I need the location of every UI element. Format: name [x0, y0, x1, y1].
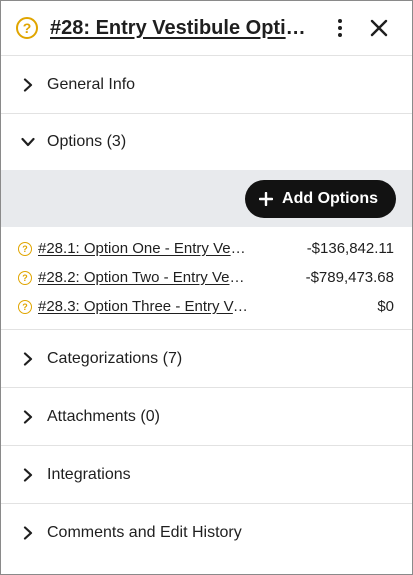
section-label: Integrations: [47, 465, 131, 483]
section-label: Categorizations (7): [47, 349, 183, 367]
option-link[interactable]: #28.1: Option One - Entry Vestibule: [38, 240, 248, 257]
section-options[interactable]: Options (3): [1, 114, 412, 170]
details-panel: ? #28: Entry Vestibule Options General I…: [0, 0, 413, 575]
options-actions-bar: Add Options: [1, 170, 412, 227]
close-icon: [370, 19, 388, 37]
option-link[interactable]: #28.2: Option Two - Entry Vestibule: [38, 269, 248, 286]
question-circle-icon: ?: [18, 299, 32, 314]
page-title[interactable]: #28: Entry Vestibule Options: [50, 17, 312, 40]
section-label: Options (3): [47, 133, 127, 150]
section-integrations[interactable]: Integrations: [1, 446, 412, 504]
section-label: Attachments (0): [47, 407, 160, 425]
kebab-dot: [338, 33, 342, 37]
question-circle-icon: ?: [18, 241, 32, 256]
chevron-down-icon: [21, 135, 35, 149]
option-amount: $0: [377, 298, 394, 315]
kebab-dot: [338, 26, 342, 30]
add-options-label: Add Options: [282, 189, 378, 207]
chevron-right-icon: [21, 467, 35, 482]
option-link[interactable]: #28.3: Option Three - Entry Vestibule: [38, 298, 248, 315]
plus-icon: [259, 191, 274, 206]
section-label: General Info: [47, 75, 136, 93]
option-row: ? #28.1: Option One - Entry Vestibule -$…: [1, 234, 412, 263]
options-list: ? #28.1: Option One - Entry Vestibule -$…: [1, 227, 412, 330]
option-row: ? #28.2: Option Two - Entry Vestibule -$…: [1, 263, 412, 292]
close-button[interactable]: [368, 17, 390, 39]
section-attachments[interactable]: Attachments (0): [1, 388, 412, 446]
section-label: Comments and Edit History: [47, 524, 242, 541]
panel-header: ? #28: Entry Vestibule Options: [1, 1, 412, 56]
chevron-right-icon: [21, 77, 35, 92]
chevron-right-icon: [21, 526, 35, 540]
option-row: ? #28.3: Option Three - Entry Vestibule …: [1, 292, 412, 321]
option-amount: -$789,473.68: [305, 269, 394, 286]
chevron-right-icon: [21, 351, 35, 366]
section-comments-history[interactable]: Comments and Edit History: [1, 504, 412, 562]
more-menu-button[interactable]: [330, 15, 350, 41]
section-general-info[interactable]: General Info: [1, 56, 412, 114]
kebab-dot: [338, 19, 342, 23]
question-circle-icon: ?: [18, 270, 32, 285]
option-amount: -$136,842.11: [306, 240, 394, 257]
chevron-right-icon: [21, 409, 35, 424]
question-circle-icon: ?: [16, 17, 38, 39]
add-options-button[interactable]: Add Options: [245, 179, 396, 218]
section-categorizations[interactable]: Categorizations (7): [1, 330, 412, 388]
